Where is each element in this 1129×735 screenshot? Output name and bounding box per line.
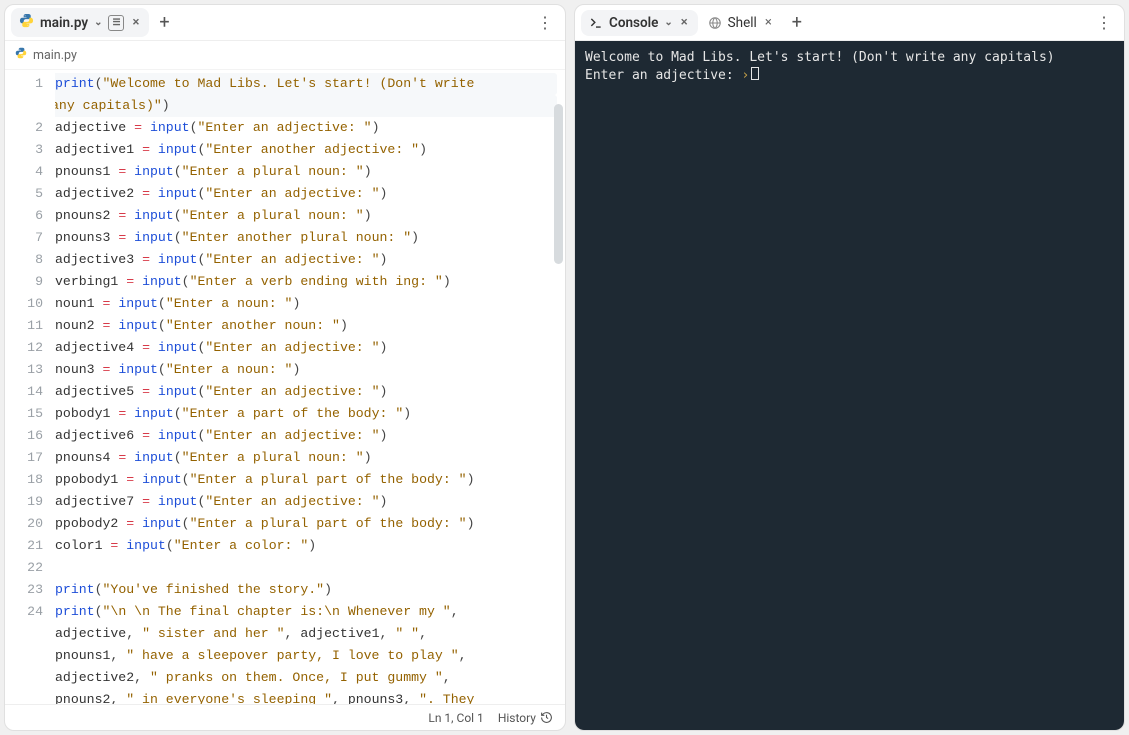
breadcrumb-file: main.py: [33, 48, 77, 63]
code-line[interactable]: adjective2, " pranks on them. Once, I pu…: [55, 667, 557, 689]
tab-main-py[interactable]: main.py ⌄ ☰ ×: [11, 8, 149, 37]
close-icon[interactable]: ×: [679, 15, 690, 30]
tab-label: Shell: [728, 15, 757, 31]
code-editor[interactable]: 123456789101112131415161718192021222324 …: [5, 70, 565, 704]
add-tab-button[interactable]: +: [784, 10, 810, 35]
code-line[interactable]: adjective1 = input("Enter another adject…: [55, 139, 557, 161]
code-line[interactable]: ppobody2 = input("Enter a plural part of…: [55, 513, 557, 535]
history-icon: [540, 711, 553, 724]
add-tab-button[interactable]: +: [151, 10, 177, 35]
tab-shell[interactable]: Shell ×: [700, 10, 782, 36]
code-line[interactable]: pnouns2 = input("Enter a plural noun: "): [55, 205, 557, 227]
code-line[interactable]: pnouns1, " have a sleepover party, I lov…: [55, 645, 557, 667]
console-panel: Console ⌄ × Shell × + ⋮ Welcome to Mad L…: [574, 4, 1125, 731]
code-line[interactable]: adjective = input("Enter an adjective: "…: [55, 117, 557, 139]
line-number-gutter: 123456789101112131415161718192021222324: [5, 70, 55, 704]
code-line[interactable]: [55, 557, 557, 579]
tab-label: main.py: [40, 15, 88, 31]
kebab-menu-icon[interactable]: ⋮: [533, 9, 557, 36]
code-line[interactable]: adjective6 = input("Enter an adjective: …: [55, 425, 557, 447]
code-line[interactable]: adjective5 = input("Enter an adjective: …: [55, 381, 557, 403]
file-badge-icon[interactable]: ☰: [108, 15, 124, 31]
code-line[interactable]: verbing1 = input("Enter a verb ending wi…: [55, 271, 557, 293]
code-line[interactable]: ppobody1 = input("Enter a plural part of…: [55, 469, 557, 491]
code-area[interactable]: print("Welcome to Mad Libs. Let's start!…: [55, 70, 565, 704]
console-prompt-line: Enter an adjective: ›: [585, 67, 1114, 85]
editor-statusbar: Ln 1, Col 1 History: [5, 704, 565, 730]
input-cursor: [751, 67, 759, 80]
code-line[interactable]: adjective4 = input("Enter an adjective: …: [55, 337, 557, 359]
code-line[interactable]: any capitals)"): [55, 95, 557, 117]
code-line[interactable]: noun3 = input("Enter a noun: "): [55, 359, 557, 381]
scrollbar-thumb[interactable]: [554, 104, 563, 264]
console-output[interactable]: Welcome to Mad Libs. Let's start! (Don't…: [575, 41, 1124, 730]
cursor-position[interactable]: Ln 1, Col 1: [428, 711, 483, 725]
code-line[interactable]: print("\n \n The final chapter is:\n Whe…: [55, 601, 557, 623]
prompt-caret-icon: ›: [742, 68, 750, 83]
code-line[interactable]: pnouns1 = input("Enter a plural noun: "): [55, 161, 557, 183]
kebab-menu-icon[interactable]: ⋮: [1092, 9, 1116, 36]
code-line[interactable]: print("Welcome to Mad Libs. Let's start!…: [55, 73, 557, 95]
code-line[interactable]: adjective, " sister and her ", adjective…: [55, 623, 557, 645]
tab-label: Console: [609, 15, 658, 31]
history-button[interactable]: History: [498, 711, 553, 725]
code-line[interactable]: color1 = input("Enter a color: "): [55, 535, 557, 557]
chevron-down-icon[interactable]: ⌄: [94, 17, 102, 28]
close-icon[interactable]: ×: [763, 15, 774, 30]
editor-panel: main.py ⌄ ☰ × + ⋮ main.py 12345678910111…: [4, 4, 566, 731]
editor-scrollbar[interactable]: [554, 104, 563, 676]
editor-tab-bar: main.py ⌄ ☰ × + ⋮: [5, 5, 565, 41]
close-icon[interactable]: ×: [130, 15, 141, 30]
chevron-down-icon[interactable]: ⌄: [664, 17, 672, 28]
tab-console[interactable]: Console ⌄ ×: [581, 10, 698, 36]
code-line[interactable]: pnouns4 = input("Enter a plural noun: "): [55, 447, 557, 469]
code-line[interactable]: pobody1 = input("Enter a part of the bod…: [55, 403, 557, 425]
console-tab-bar: Console ⌄ × Shell × + ⋮: [575, 5, 1124, 41]
python-icon: [15, 47, 27, 63]
code-line[interactable]: pnouns2, " in everyone's sleeping ", pno…: [55, 689, 557, 704]
shell-icon: [708, 15, 722, 31]
code-line[interactable]: adjective3 = input("Enter an adjective: …: [55, 249, 557, 271]
code-line[interactable]: noun1 = input("Enter a noun: "): [55, 293, 557, 315]
code-line[interactable]: adjective2 = input("Enter an adjective: …: [55, 183, 557, 205]
console-line: Welcome to Mad Libs. Let's start! (Don't…: [585, 49, 1114, 67]
console-icon: [589, 15, 603, 31]
code-line[interactable]: print("You've finished the story."): [55, 579, 557, 601]
python-icon: [19, 13, 34, 32]
code-line[interactable]: noun2 = input("Enter another noun: "): [55, 315, 557, 337]
breadcrumb[interactable]: main.py: [5, 41, 565, 70]
code-line[interactable]: pnouns3 = input("Enter another plural no…: [55, 227, 557, 249]
code-line[interactable]: adjective7 = input("Enter an adjective: …: [55, 491, 557, 513]
